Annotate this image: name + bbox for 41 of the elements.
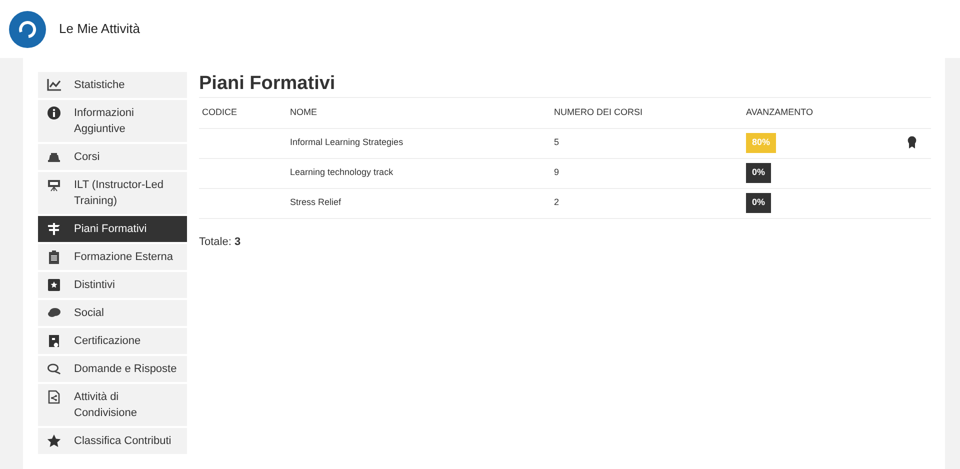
sidebar-item[interactable]: Formazione Esterna: [38, 244, 187, 270]
chat-icon: [47, 306, 61, 320]
sidebar-item[interactable]: ILT (Instructor-Led Training): [38, 172, 187, 214]
chart-icon: [47, 78, 61, 92]
total-count: Totale: 3: [199, 234, 242, 250]
sidebar-item[interactable]: Social: [38, 300, 187, 326]
page-title: Le Mie Attività: [59, 20, 140, 38]
info-icon: [47, 106, 61, 120]
star-icon: [47, 434, 61, 448]
sidebar-item[interactable]: Domande e Risposte: [38, 356, 187, 382]
course-count: 2: [554, 197, 560, 208]
logo-icon: [9, 10, 46, 48]
certificate-icon: [47, 334, 61, 348]
building-icon: [47, 150, 61, 164]
section-title: Piani Formativi: [199, 72, 931, 98]
plan-name[interactable]: Learning technology track: [290, 167, 394, 178]
star-badge-icon: [47, 278, 61, 292]
signpost-icon: [47, 222, 61, 236]
sidebar-item[interactable]: Statistiche: [38, 72, 187, 98]
column-header: CODICE: [199, 98, 287, 128]
sidebar-item[interactable]: Certificazione: [38, 328, 187, 354]
progress-badge: 0%: [746, 163, 772, 183]
plan-name[interactable]: Informal Learning Strategies: [290, 137, 404, 148]
sidebar-item[interactable]: Corsi: [38, 144, 187, 170]
progress-badge: 80%: [746, 133, 776, 153]
presentation-icon: [47, 178, 61, 192]
sidebar-item[interactable]: Attività di Condivisione: [38, 384, 187, 426]
course-count: 9: [554, 167, 560, 178]
course-count: 5: [554, 137, 560, 148]
award-ribbon-icon: [907, 136, 917, 150]
sidebar-item[interactable]: Classifica Contributi: [38, 428, 187, 454]
sidebar-item[interactable]: Piani Formativi: [38, 216, 187, 242]
column-header: NOME: [287, 98, 551, 128]
plan-name[interactable]: Stress Relief: [290, 197, 342, 208]
sidebar-item[interactable]: Distintivi: [38, 272, 187, 298]
column-header: AVANZAMENTO: [743, 98, 884, 128]
clipboard-icon: [47, 250, 61, 264]
share-document-icon: [47, 390, 61, 404]
column-header: NUMERO DEI CORSI: [551, 98, 743, 128]
sidebar-item[interactable]: Informazioni Aggiuntive: [38, 100, 187, 142]
progress-badge: 0%: [746, 193, 772, 213]
